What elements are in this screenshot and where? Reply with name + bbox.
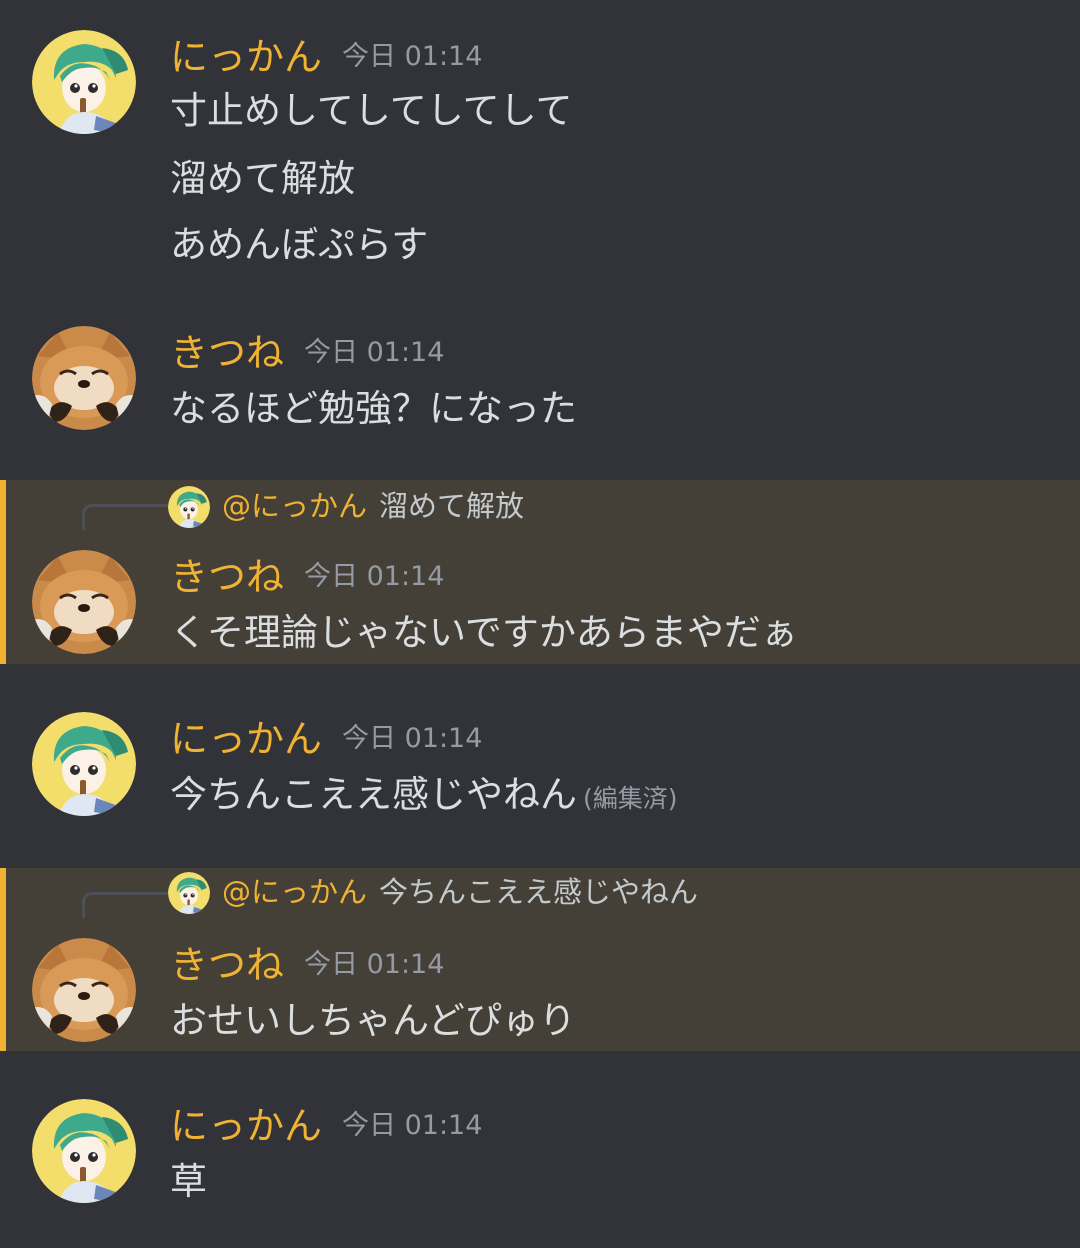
timestamp: 今日 01:14 [304,949,445,980]
avatar[interactable] [32,550,136,654]
message-text: あめんぼぷらす [170,223,429,266]
reply-content[interactable]: 今ちんこええ感じやねん [379,875,698,909]
author-name[interactable]: きつね [170,555,284,599]
message-text: くそ理論じゃないですかあらまやだぁ [170,611,798,654]
avatar[interactable] [32,1099,136,1203]
avatar[interactable] [32,30,136,134]
author-name[interactable]: きつね [170,331,284,375]
timestamp: 今日 01:14 [304,561,445,592]
author-name[interactable]: にっかん [170,35,322,79]
message-body: 今ちんこええ感じやねん [170,773,577,816]
avatar[interactable] [32,712,136,816]
message-group-reply: @にっかん 溜めて解放 きつね 今日 01:14 くそ理論じゃないですかあらまやだぁ [0,480,1080,664]
message-group: にっかん 今日 01:14 今ちんこええ感じやねん (編集済) [0,664,1080,868]
author-name[interactable]: きつね [170,943,284,987]
timestamp: 今日 01:14 [342,1110,483,1141]
reply-preview[interactable]: @にっかん 溜めて解放 [222,492,524,521]
author-name[interactable]: にっかん [170,1104,322,1148]
author-line: にっかん 今日 01:14 [170,38,482,76]
message-text: 草 [170,1160,207,1203]
author-name[interactable]: にっかん [170,717,322,761]
message-group: にっかん 今日 01:14 寸止めしてしてしてして 溜めて解放 あめんぼぷらす [0,0,1080,290]
timestamp: 今日 01:14 [342,41,483,72]
author-line: にっかん 今日 01:14 [170,720,482,758]
message-text: 溜めて解放 [170,157,355,200]
author-line: にっかん 今日 01:14 [170,1107,482,1145]
author-line: きつね 今日 01:14 [170,558,444,596]
reply-preview[interactable]: @にっかん 今ちんこええ感じやねん [222,878,698,907]
timestamp: 今日 01:14 [304,337,445,368]
timestamp: 今日 01:14 [342,723,483,754]
reply-avatar[interactable] [168,486,210,528]
reply-mention[interactable]: @にっかん [222,875,367,909]
message-text: なるほど勉強？になった [170,387,577,430]
reply-avatar[interactable] [168,872,210,914]
author-line: きつね 今日 01:14 [170,334,444,372]
message-group: にっかん 今日 01:14 草 [0,1051,1080,1248]
reply-connector [82,504,168,530]
message-group-reply: @にっかん 今ちんこええ感じやねん きつね 今日 01:14 おせいしちゃんどぴゅり [0,868,1080,1051]
message-text: おせいしちゃんどぴゅり [170,999,576,1042]
author-line: きつね 今日 01:14 [170,946,444,984]
reply-content[interactable]: 溜めて解放 [379,489,524,523]
edited-label: (編集済) [583,784,678,813]
reply-mention[interactable]: @にっかん [222,489,367,523]
reply-connector [82,892,168,918]
avatar[interactable] [32,326,136,430]
message-text: 今ちんこええ感じやねん (編集済) [170,776,678,813]
message-group: きつね 今日 01:14 なるほど勉強？になった [0,290,1080,480]
message-text: 寸止めしてしてしてして [170,89,573,132]
avatar[interactable] [32,938,136,1042]
